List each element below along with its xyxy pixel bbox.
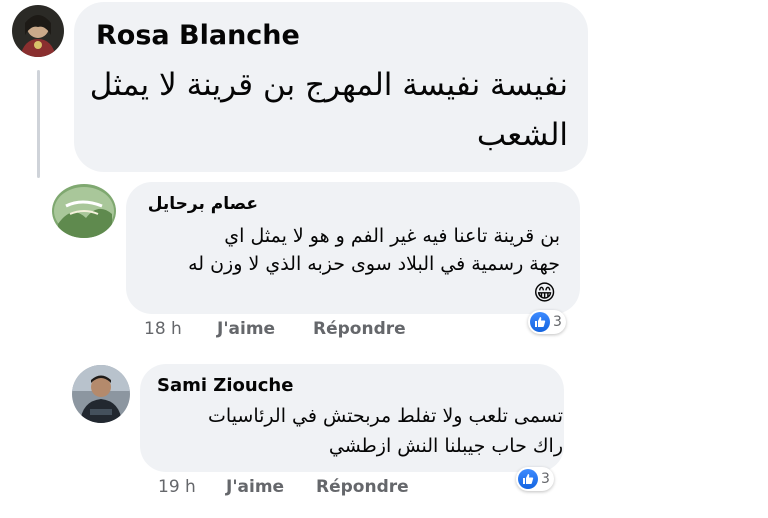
comment-actions: 18 h J'aime Répondre xyxy=(0,319,768,341)
comment-text: بن قرينة تاعنا فيه غير الفم و هو لا يمثل… xyxy=(188,222,560,278)
comment-actions: 19 h J'aime Répondre xyxy=(0,477,768,499)
reaction-summary[interactable]: 3 xyxy=(528,310,566,334)
avatar[interactable] xyxy=(52,184,116,238)
comment-timestamp[interactable]: 19 h xyxy=(158,477,196,497)
avatar[interactable] xyxy=(12,5,64,57)
comment-text-line: تسمى تلعب ولا تفلط مربحتش في الرئاسيات xyxy=(208,405,563,427)
comment-text-line: الشعب xyxy=(476,117,568,153)
comment-text: نفيسة نفيسة المهرج بن قرينة لا يمثل الشع… xyxy=(90,60,568,160)
comment-author[interactable]: Sami Ziouche xyxy=(157,375,293,396)
comment-timestamp[interactable]: 18 h xyxy=(144,319,182,339)
reply-button[interactable]: Répondre xyxy=(316,477,409,497)
comment-text-line: نفيسة نفيسة المهرج بن قرينة لا يمثل xyxy=(89,67,568,103)
reaction-count: 3 xyxy=(541,471,550,487)
like-button[interactable]: J'aime xyxy=(217,319,275,339)
like-thumbs-up-icon xyxy=(518,469,538,489)
like-button[interactable]: J'aime xyxy=(226,477,284,497)
grinning-emoji: 😁 xyxy=(533,281,556,306)
reply-button[interactable]: Répondre xyxy=(313,319,406,339)
reaction-count: 3 xyxy=(553,314,562,330)
like-thumbs-up-icon xyxy=(530,312,550,332)
comment-author[interactable]: Rosa Blanche xyxy=(96,20,300,51)
thread-connector-line xyxy=(37,70,40,178)
comment-author[interactable]: عصام برحايل xyxy=(148,194,258,214)
comment-text-line: جهة رسمية في البلاد سوى حزبه الذي لا وزن… xyxy=(188,253,560,275)
avatar[interactable] xyxy=(72,365,130,423)
reaction-summary[interactable]: 3 xyxy=(516,467,554,491)
comment-text: تسمى تلعب ولا تفلط مربحتش في الرئاسيات ر… xyxy=(208,401,563,461)
comment-text-line: بن قرينة تاعنا فيه غير الفم و هو لا يمثل… xyxy=(224,225,560,247)
comment-text-line: راك حاب جيبلنا النش ازطشي xyxy=(328,435,563,457)
